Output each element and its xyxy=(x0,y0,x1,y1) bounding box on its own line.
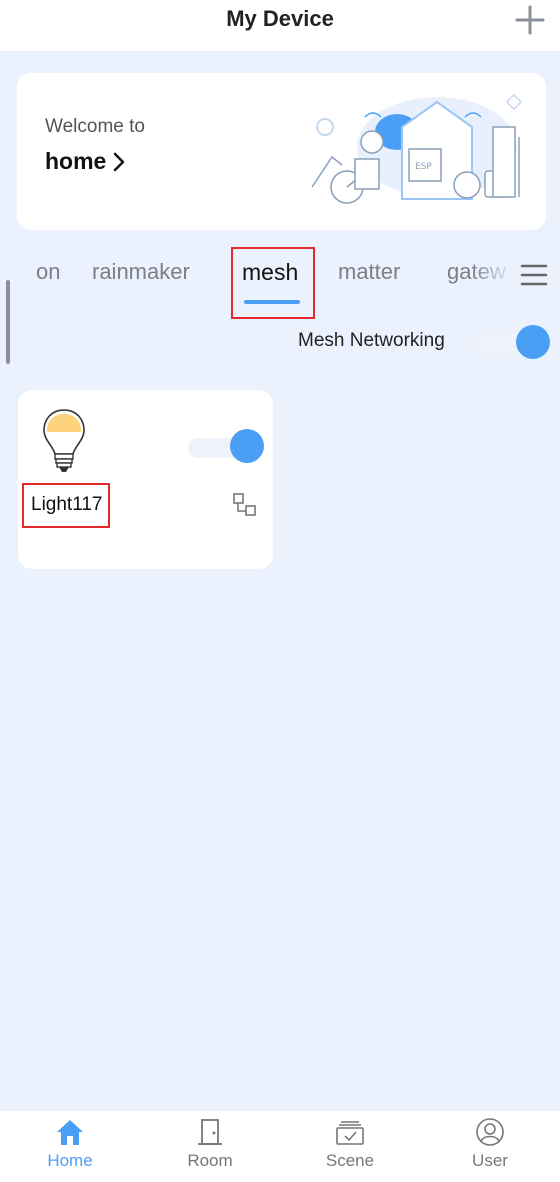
svg-text:ESP: ESP xyxy=(415,162,432,172)
welcome-text: Welcome to xyxy=(45,116,145,137)
home-selector[interactable]: home xyxy=(45,148,126,175)
tab-fade xyxy=(470,244,510,314)
tab-rainmaker[interactable]: rainmaker xyxy=(92,259,190,285)
nav-room-label: Room xyxy=(187,1151,233,1170)
chevron-right-icon xyxy=(114,152,125,171)
mesh-networking-label: Mesh Networking xyxy=(298,330,445,351)
tab-on[interactable]: on xyxy=(36,259,60,285)
toggle-knob xyxy=(230,429,264,463)
hamburger-menu-icon xyxy=(520,264,548,286)
device-power-toggle[interactable] xyxy=(188,429,265,463)
nav-home-label: Home xyxy=(47,1151,93,1170)
tabs-menu-button[interactable] xyxy=(520,262,548,288)
nav-home[interactable]: Home xyxy=(0,1111,140,1182)
home-icon xyxy=(57,1120,83,1145)
nav-scene[interactable]: Scene xyxy=(280,1111,420,1182)
nav-user[interactable]: User xyxy=(420,1111,560,1182)
group-icon xyxy=(233,493,256,516)
plus-icon xyxy=(515,5,545,35)
user-icon xyxy=(476,1118,504,1146)
highlight-box-mesh-tab xyxy=(231,247,315,319)
smart-home-illustration: ESP xyxy=(311,93,523,204)
nav-room[interactable]: Room xyxy=(140,1111,280,1182)
scene-icon xyxy=(336,1121,364,1145)
welcome-card: Welcome to home ESP xyxy=(17,73,546,230)
page-title: My Device xyxy=(226,6,334,31)
highlight-box-device-name xyxy=(22,483,110,528)
mesh-networking-toggle[interactable] xyxy=(474,325,550,359)
tab-matter[interactable]: matter xyxy=(338,259,400,285)
device-card[interactable]: Light117 xyxy=(18,390,273,569)
nav-scene-label: Scene xyxy=(325,1151,375,1170)
toggle-knob xyxy=(516,325,550,359)
bottom-navigation: Home Room Scene User xyxy=(0,1111,560,1182)
home-name: home xyxy=(45,148,107,174)
add-device-button[interactable] xyxy=(512,2,548,38)
light-bulb-icon xyxy=(43,409,85,472)
door-icon xyxy=(198,1119,222,1145)
app-header: My Device xyxy=(0,0,560,51)
nav-user-label: User xyxy=(472,1151,508,1170)
device-group-button[interactable] xyxy=(231,491,259,519)
